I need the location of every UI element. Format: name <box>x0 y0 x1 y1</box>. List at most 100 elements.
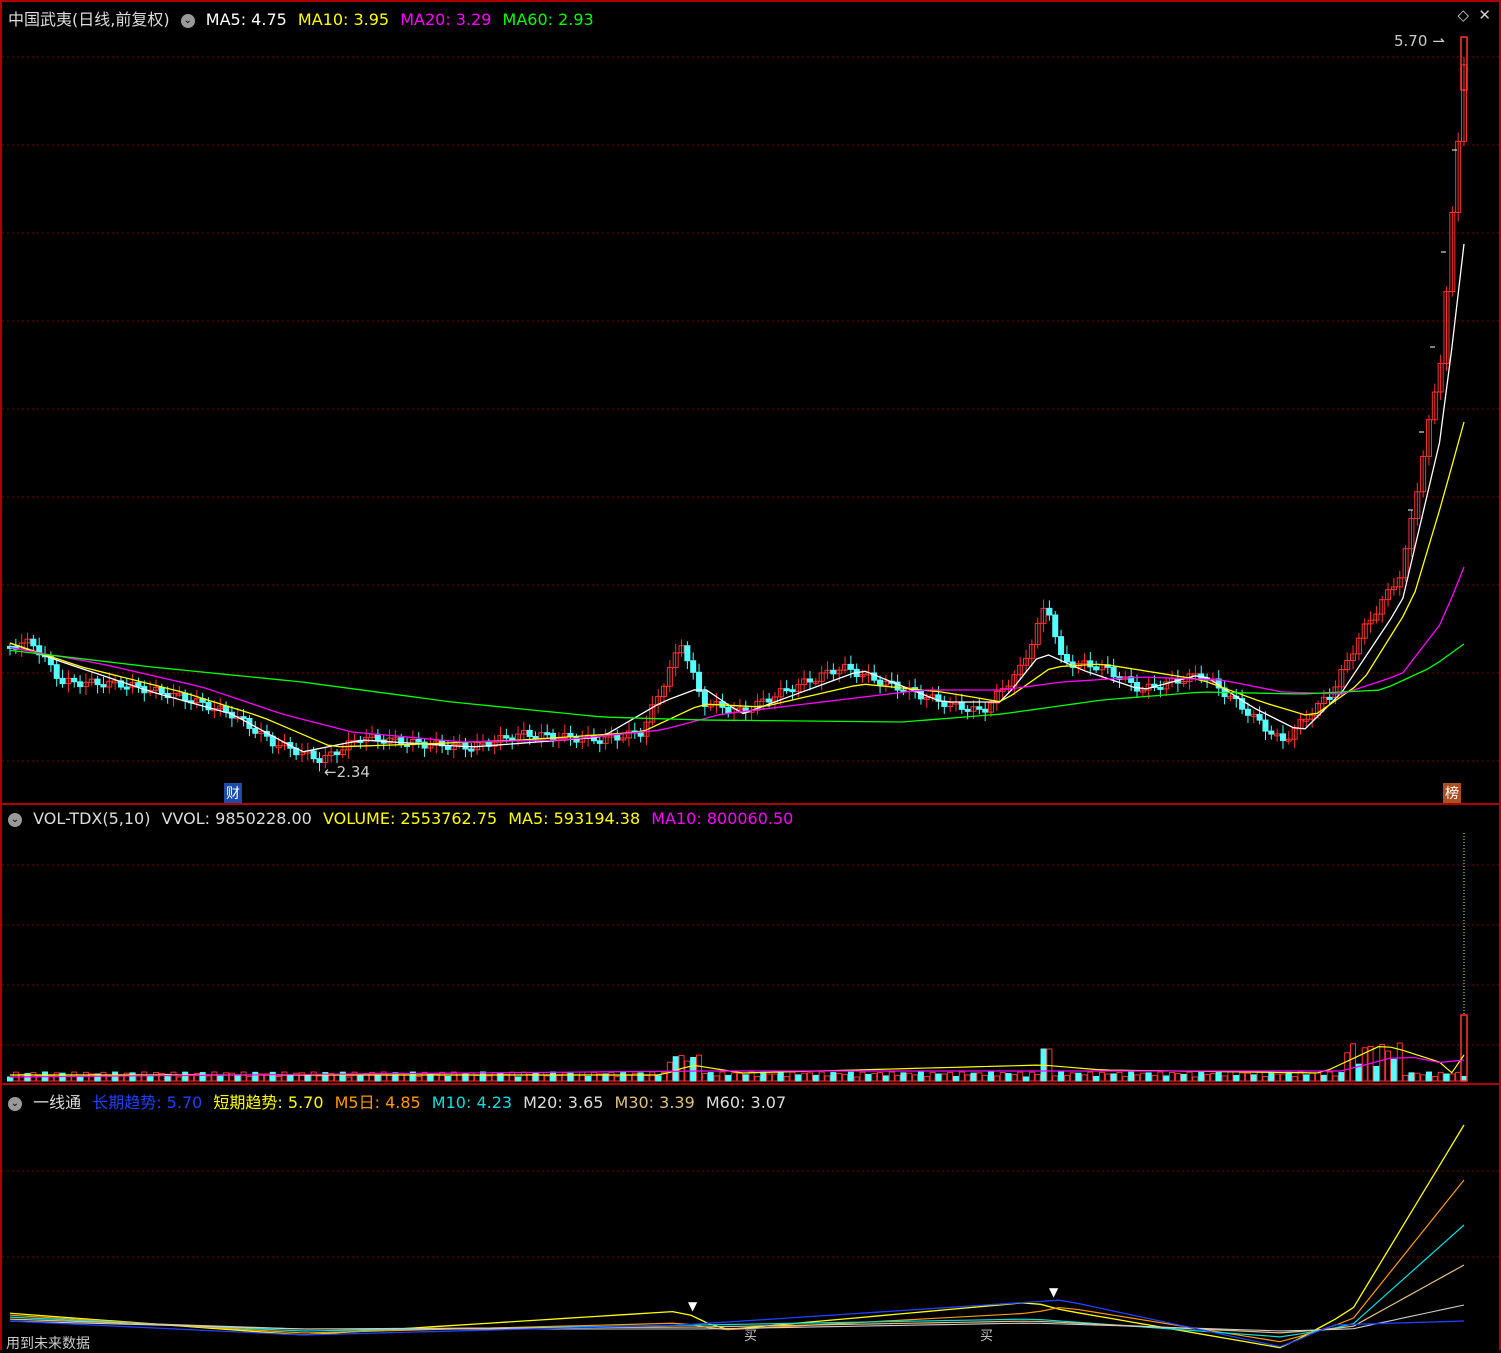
volume-bar <box>1180 1073 1187 1082</box>
candle-body <box>252 727 259 734</box>
ma60-label: MA60: 2.93 <box>502 10 594 29</box>
volume-bar <box>234 1074 241 1082</box>
volume-bar <box>1320 1074 1327 1082</box>
price-panel[interactable]: 中国武夷(日线,前复权) ⌄ MA5: 4.75 MA10: 3.95 MA20… <box>0 0 1501 803</box>
volume-bar <box>1233 1074 1240 1082</box>
candle-body <box>71 677 78 683</box>
volume-bar <box>1414 1072 1421 1082</box>
ma10-line <box>9 421 1465 748</box>
m10-label: M10: 4.23 <box>431 1093 513 1112</box>
candle-body <box>976 706 983 710</box>
volume-bar <box>1023 1076 1030 1082</box>
volume-ma10-label: MA10: 800060.50 <box>651 809 794 828</box>
candle-body <box>468 748 475 752</box>
m10-line <box>9 1224 1465 1338</box>
candlestick-chart[interactable] <box>2 2 1499 803</box>
volume-bar <box>912 1074 919 1082</box>
volume-bar <box>1227 1071 1234 1082</box>
ma5-line <box>9 243 1465 753</box>
volume-panel[interactable]: ⌄ VOL-TDX(5,10) VVOL: 9850228.00 VOLUME:… <box>0 803 1501 1083</box>
volume-bar <box>567 1072 574 1082</box>
candle-body <box>1063 654 1070 663</box>
candle-body <box>398 737 405 745</box>
volume-header: ⌄ VOL-TDX(5,10) VVOL: 9850228.00 VOLUME:… <box>8 809 799 828</box>
volume-bar <box>1262 1075 1269 1082</box>
volume-bar <box>1303 1074 1310 1082</box>
collapse-icon[interactable]: ⌄ <box>180 13 195 28</box>
trend-chart[interactable] <box>2 1085 1499 1350</box>
volume-bar <box>468 1072 475 1082</box>
volume-bar <box>655 1075 662 1082</box>
candle-body <box>444 745 451 750</box>
ma20-label: MA20: 3.29 <box>400 10 492 29</box>
volume-bar <box>917 1071 924 1082</box>
volume-bar <box>1443 1073 1450 1082</box>
volume-bar <box>252 1071 259 1082</box>
volume-bar <box>1408 1072 1415 1082</box>
volume-bar <box>988 1071 995 1082</box>
candle-body <box>1046 607 1053 616</box>
volume-bar <box>742 1074 749 1082</box>
volume-bar <box>1169 1072 1176 1082</box>
volume-bar <box>1005 1073 1012 1082</box>
volume-bar <box>1455 1071 1462 1082</box>
candle-body <box>53 664 60 679</box>
volume-bar <box>725 1074 732 1082</box>
volume-bar <box>1209 1073 1216 1082</box>
collapse-icon[interactable]: ⌄ <box>8 1096 22 1111</box>
diamond-icon[interactable]: ◇ <box>1457 6 1469 24</box>
volume-bar <box>485 1075 492 1082</box>
volume-bar <box>316 1075 323 1082</box>
volume-bar <box>748 1071 755 1082</box>
volume-chart[interactable] <box>2 805 1499 1083</box>
collapse-icon[interactable]: ⌄ <box>8 812 22 827</box>
volume-bar <box>1215 1072 1222 1082</box>
candle-body <box>240 716 247 720</box>
volume-bar <box>1326 1071 1333 1082</box>
volume-bar <box>1186 1071 1193 1082</box>
volume-bar <box>544 1075 551 1082</box>
buy-signal-label: 买 <box>980 1329 994 1344</box>
volume-bar <box>415 1075 422 1082</box>
volume-bar <box>474 1074 481 1082</box>
buy-signal-label: 买 <box>744 1329 758 1344</box>
trend-panel[interactable]: ⌄ 一线通 长期趋势: 5.70 短期趋势: 5.70 M5日: 4.85 M1… <box>0 1083 1501 1352</box>
volume-bar <box>129 1072 136 1082</box>
candle-body <box>158 686 165 694</box>
finance-badge[interactable]: 财 <box>224 783 242 803</box>
volume-bar <box>614 1075 621 1082</box>
ranking-badge[interactable]: 榜 <box>1443 783 1461 803</box>
volume-bar <box>1128 1071 1135 1082</box>
candle-body <box>1087 660 1094 668</box>
close-icon[interactable]: ✕ <box>1478 6 1491 24</box>
volume-bar <box>935 1073 942 1082</box>
volume-ma5-label: MA5: 593194.38 <box>508 809 641 828</box>
volume-bar <box>1279 1073 1286 1082</box>
trend-header: ⌄ 一线通 长期趋势: 5.70 短期趋势: 5.70 M5日: 4.85 M1… <box>8 1089 792 1113</box>
candle-body <box>789 689 796 693</box>
candle-body <box>596 740 603 744</box>
volume-bar <box>7 1076 13 1082</box>
volume-bar <box>976 1072 983 1082</box>
candle-body <box>1268 730 1275 735</box>
volume-bar <box>1116 1071 1123 1082</box>
candle-body <box>877 679 884 686</box>
volume-bar <box>707 1072 714 1082</box>
sell-marker-icon: ▼ <box>1049 1285 1059 1299</box>
m5-label: M5日: 4.85 <box>334 1093 421 1112</box>
candle-body <box>783 688 790 692</box>
volume-bar <box>275 1075 282 1082</box>
volume-bar <box>1052 1075 1059 1082</box>
volume-bar <box>1069 1072 1076 1082</box>
volume-bar <box>993 1075 1000 1082</box>
volume-bar <box>1104 1073 1111 1082</box>
volume-bar <box>520 1071 527 1082</box>
m30-line <box>9 1264 1465 1334</box>
volume-bar <box>859 1071 866 1082</box>
volume-bar <box>1110 1073 1117 1082</box>
volume-bar <box>877 1072 884 1082</box>
volume-bar <box>777 1071 784 1082</box>
candle-body <box>135 682 142 687</box>
volume-bar <box>1122 1075 1129 1082</box>
candle-body <box>1093 666 1100 671</box>
